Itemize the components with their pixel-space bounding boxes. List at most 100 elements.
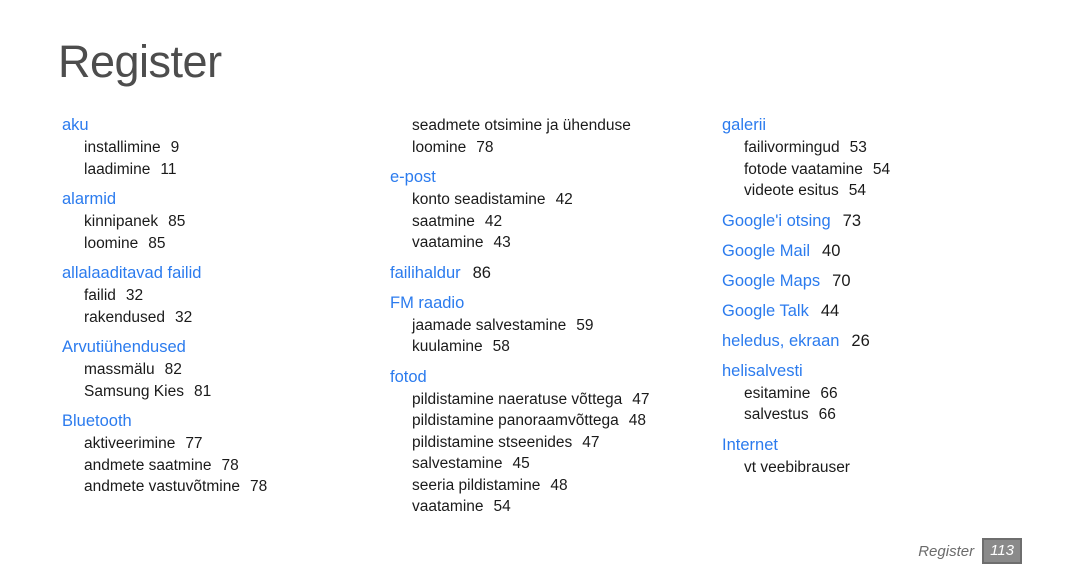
index-page-number: 53 (849, 139, 867, 156)
index-page-number: 54 (493, 498, 511, 515)
index-page-number: 48 (550, 476, 568, 494)
index-subentry: jaamade salvestamine 59 (390, 315, 710, 337)
index-subentry: failivormingud 53 (722, 137, 1052, 159)
index-subentry: pildistamine stseenides 47 (390, 432, 710, 454)
index-page-number: 47 (632, 390, 650, 408)
index-heading: e-post (390, 167, 710, 188)
index-heading-label: helisalvesti (722, 361, 803, 380)
index-subentry-label: seeria pildistamine (412, 476, 541, 494)
index-page-number: 59 (576, 316, 594, 334)
index-subentry-label: failivormingud (744, 139, 840, 156)
index-subentry-label: konto seadistamine (412, 191, 546, 208)
index-subentry: andmete vastuvõtmine 78 (62, 476, 382, 498)
index-page-number: 85 (168, 213, 186, 230)
index-subentry-label: failid (84, 287, 116, 304)
index-heading-label: Google Talk (722, 301, 809, 320)
index-subentry: Samsung Kies 81 (62, 381, 382, 403)
index-subentry-label: rakendused (84, 308, 166, 326)
page-footer: Register 113 (918, 538, 1022, 564)
index-subentry-label: salvestus (744, 406, 809, 423)
index-subentry: installimine 9 (62, 137, 382, 159)
index-page-number: 44 (820, 301, 840, 320)
index-page-number: 73 (842, 211, 861, 230)
index-heading: Google'i otsing 73 (722, 211, 1052, 232)
index-subentry-label: kuulamine (412, 338, 483, 355)
index-heading: failihaldur 86 (390, 263, 710, 284)
index-heading: Google Maps 70 (722, 271, 1052, 292)
index-heading-label: Arvutiühendused (62, 338, 186, 356)
index-heading: alarmid (62, 189, 382, 210)
index-page-number: 54 (872, 160, 891, 178)
index-subentry-label: Samsung Kies (84, 382, 184, 400)
index-subentry: laadimine 11 (62, 159, 382, 181)
index-subentry: loomine 78 (390, 137, 710, 159)
index-subentry: kinnipanek 85 (62, 211, 382, 233)
index-subentry: saatmine 42 (390, 211, 710, 233)
index-heading-label: aku (62, 116, 89, 134)
index-page-number: 32 (175, 308, 193, 326)
index-heading-label: Google Mail (722, 241, 811, 260)
page-title: Register (58, 36, 222, 87)
index-heading: Google Talk 44 (722, 301, 1052, 322)
index-heading-label: alarmid (62, 190, 117, 208)
index-page-number: 43 (493, 234, 511, 251)
index-heading-label: failihaldur (390, 263, 461, 282)
index-subentry-label: fotode vaatamine (744, 160, 863, 178)
index-subentry-label: loomine (412, 138, 467, 156)
index-heading: allalaaditavad failid (62, 263, 382, 284)
index-page-number: 66 (818, 406, 836, 423)
index-subentry: konto seadistamine 42 (390, 189, 710, 211)
index-heading: heledus, ekraan 26 (722, 331, 1052, 352)
index-page-number: 86 (472, 263, 491, 282)
index-page-number: 48 (628, 412, 647, 429)
index-subentry: videote esitus 54 (722, 180, 1052, 202)
index-subentry: seadmete otsimine ja ühenduse (390, 115, 710, 137)
index-subentry-label: pildistamine stseenides (412, 433, 573, 451)
index-page-number: 47 (582, 433, 600, 451)
index-heading-label: heledus, ekraan (722, 331, 840, 350)
index-page-number: 78 (221, 456, 239, 474)
index-heading-label: FM raadio (390, 293, 465, 312)
index-subentry-label: kinnipanek (84, 213, 159, 230)
index-subentry-label: pildistamine naeratuse võttega (412, 390, 623, 408)
index-subentry: salvestamine 45 (390, 453, 710, 475)
index-heading-label: Google'i otsing (722, 211, 831, 230)
index-subentry-label: jaamade salvestamine (412, 316, 567, 334)
index-subentry-label: aktiveerimine (84, 435, 176, 452)
index-page-number: 45 (512, 455, 530, 472)
index-heading-label: e-post (390, 168, 436, 186)
index-page-number: 78 (249, 478, 268, 495)
index-column-3: galerii failivormingud 53 fotode vaatamine 5… (722, 115, 1052, 478)
index-subentry-label: vaatamine (412, 234, 484, 251)
index-page-number: 32 (125, 287, 144, 304)
index-subentry: seeria pildistamine 48 (390, 475, 710, 497)
index-heading: fotod (390, 367, 710, 388)
index-page-number: 42 (555, 191, 573, 208)
index-page-number: 85 (148, 234, 166, 252)
index-page-number: 70 (832, 271, 851, 290)
index-heading: FM raadio (390, 293, 710, 314)
index-page-number: 66 (820, 384, 838, 402)
index-page-number: 11 (160, 160, 177, 178)
index-page-number: 40 (822, 241, 841, 260)
index-heading-label: Bluetooth (62, 412, 132, 430)
index-subentry: salvestus 66 (722, 404, 1052, 426)
index-heading-label: Google Maps (722, 271, 821, 290)
index-subentry: andmete saatmine 78 (62, 455, 382, 477)
index-heading-label: Internet (722, 435, 778, 454)
index-subentry: vaatamine 54 (390, 496, 710, 518)
index-subentry-label: esitamine (744, 384, 811, 402)
index-page-number: 9 (170, 139, 180, 156)
index-subentry-label: vaatamine (412, 498, 484, 515)
index-page-number: 77 (185, 435, 203, 452)
index-subentry-label: installimine (84, 139, 161, 156)
index-heading: aku (62, 115, 382, 136)
index-subentry: vaatamine 43 (390, 232, 710, 254)
index-subentry-label: andmete vastuvõtmine (84, 478, 240, 495)
index-subentry-label: pildistamine panoraamvõttega (412, 412, 619, 429)
index-subentry: pildistamine naeratuse võttega 47 (390, 389, 710, 411)
footer-section-label: Register (918, 542, 975, 560)
index-subentry: loomine 85 (62, 233, 382, 255)
index-page-number: 82 (164, 361, 182, 378)
index-heading-label: galerii (722, 116, 767, 134)
